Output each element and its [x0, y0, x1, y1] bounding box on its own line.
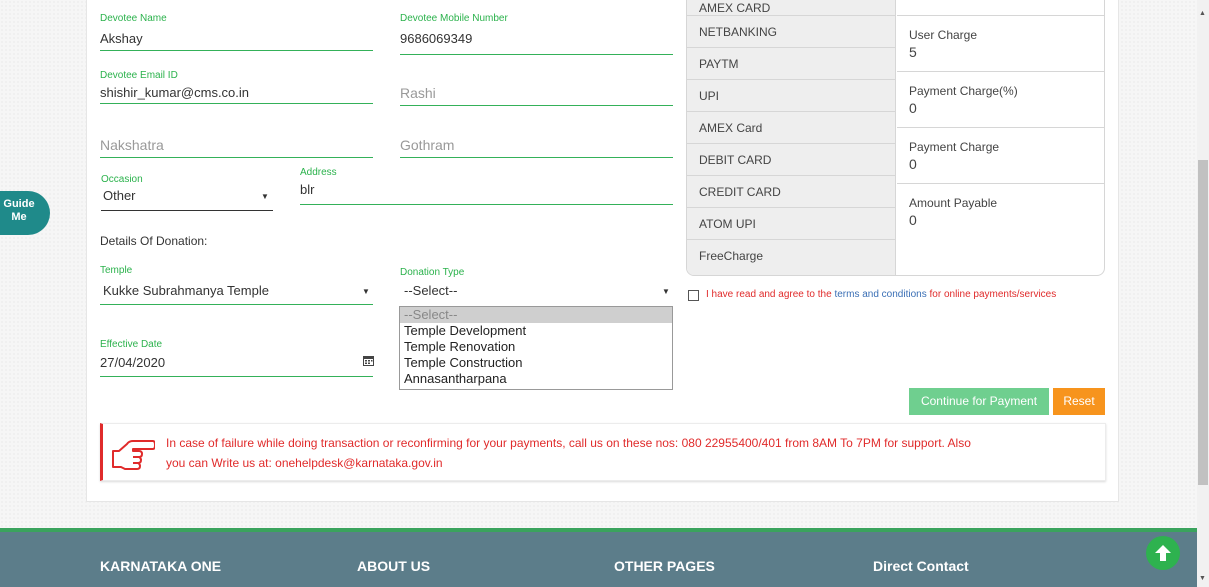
payment-summary-table: AMEX CARD NETBANKING PAYTM UPI AMEX Card…: [686, 0, 1105, 276]
listbox-option[interactable]: Temple Development: [400, 323, 672, 339]
terms-prefix: I have read and agree to the: [706, 289, 835, 300]
footer-direct-contact: Direct Contact: [873, 558, 969, 574]
listbox-option[interactable]: Temple Renovation: [400, 339, 672, 355]
footer: KARNATAKA ONE ABOUT US OTHER PAGES Direc…: [0, 528, 1197, 587]
footer-about-us: ABOUT US: [357, 558, 431, 574]
payment-charge-percent-value: 0: [909, 100, 917, 116]
arrow-up-icon: [1146, 536, 1180, 570]
devotee-name-field: Devotee Name Akshay: [100, 13, 167, 47]
payment-method-netbanking[interactable]: NETBANKING: [687, 16, 895, 48]
nakshatra-underline: [100, 157, 373, 158]
temple-label: Temple: [100, 265, 133, 276]
chevron-down-icon: ▼: [261, 192, 269, 201]
rashi-underline: [400, 105, 673, 106]
payment-charge-percent-label: Payment Charge(%): [909, 84, 1018, 98]
devotee-name-label: Devotee Name: [100, 13, 167, 24]
devotee-email-input[interactable]: shishir_kumar@cms.co.in: [100, 85, 249, 101]
devotee-mobile-field: Devotee Mobile Number 9686069349: [400, 13, 508, 47]
payment-charge-cell: Payment Charge 0: [897, 128, 1104, 184]
notice-line-2: you can Write us at: onehelpdesk@karnata…: [166, 456, 443, 470]
temple-select[interactable]: Kukke Subrahmanya Temple ▼: [100, 280, 373, 304]
donation-type-label: Donation Type: [400, 267, 465, 278]
payment-method-credit-card[interactable]: CREDIT CARD: [687, 176, 895, 208]
calendar-icon[interactable]: [363, 353, 374, 366]
page-scrollbar[interactable]: ▲ ▼: [1197, 0, 1209, 587]
devotee-email-underline: [100, 103, 373, 104]
payment-method-upi[interactable]: UPI: [687, 80, 895, 112]
address-input[interactable]: blr: [300, 182, 314, 198]
devotee-name-input[interactable]: Akshay: [100, 31, 167, 47]
devotee-name-underline: [100, 50, 373, 51]
donation-type-listbox[interactable]: --Select-- Temple Development Temple Ren…: [399, 306, 673, 390]
donation-type-select[interactable]: --Select-- ▼: [400, 280, 673, 304]
chevron-down-icon: ▼: [362, 287, 370, 296]
continue-for-payment-button[interactable]: Continue for Payment: [909, 388, 1049, 415]
occasion-label: Occasion: [101, 174, 143, 185]
payment-charge-percent-cell: Payment Charge(%) 0: [897, 72, 1104, 128]
pointing-hand-icon: [111, 435, 156, 471]
devotee-email-label: Devotee Email ID: [100, 70, 178, 81]
occasion-select[interactable]: Other ▼: [101, 186, 273, 210]
temple-value: Kukke Subrahmanya Temple: [103, 283, 269, 298]
listbox-option[interactable]: --Select--: [400, 307, 672, 323]
gothram-input[interactable]: Gothram: [400, 136, 454, 154]
details-of-donation-heading: Details Of Donation:: [100, 234, 208, 248]
scroll-up-arrow[interactable]: ▲: [1199, 10, 1206, 17]
user-charge-cell: User Charge 5: [897, 16, 1104, 72]
terms-link[interactable]: terms and conditions: [834, 289, 926, 300]
devotee-mobile-input[interactable]: 9686069349: [400, 31, 508, 47]
scroll-down-arrow[interactable]: ▼: [1199, 575, 1206, 582]
devotee-mobile-label: Devotee Mobile Number: [400, 13, 508, 24]
payment-method-amex-card[interactable]: AMEX Card: [687, 112, 895, 144]
address-label: Address: [300, 167, 337, 178]
temple-underline: [100, 304, 373, 305]
footer-karnataka-one: KARNATAKA ONE: [100, 558, 222, 574]
payment-method-atom-upi[interactable]: ATOM UPI: [687, 208, 895, 240]
devotee-mobile-underline: [400, 54, 673, 55]
payment-method-paytm[interactable]: PAYTM: [687, 48, 895, 80]
listbox-option[interactable]: Temple Construction: [400, 355, 672, 371]
listbox-option[interactable]: Annasantharpana: [400, 371, 672, 387]
guide-me-label: Guide Me: [3, 198, 35, 223]
payment-charge-value: 0: [909, 156, 917, 172]
charge-row-top: [897, 0, 1104, 16]
user-charge-value: 5: [909, 44, 917, 60]
payment-method-debit-card[interactable]: DEBIT CARD: [687, 144, 895, 176]
amount-payable-cell: Amount Payable 0: [897, 184, 1104, 275]
payment-method-amex[interactable]: AMEX CARD: [687, 0, 895, 16]
amount-payable-value: 0: [909, 212, 917, 228]
occasion-value: Other: [103, 188, 136, 203]
effective-date-input[interactable]: 27/04/2020: [100, 355, 165, 371]
support-notice: In case of failure while doing transacti…: [100, 423, 1106, 481]
address-underline: [300, 204, 673, 205]
effective-date-underline: [100, 376, 373, 377]
notice-line-1: In case of failure while doing transacti…: [166, 436, 971, 450]
effective-date-label: Effective Date: [100, 339, 163, 350]
scroll-to-top-button[interactable]: [1146, 536, 1180, 570]
reset-button[interactable]: Reset: [1053, 388, 1105, 415]
terms-checkbox[interactable]: [688, 290, 699, 301]
devotee-email-field: Devotee Email ID shishir_kumar@cms.co.in: [100, 70, 249, 101]
terms-text: I have read and agree to the terms and c…: [706, 289, 1056, 300]
amount-payable-label: Amount Payable: [909, 196, 998, 210]
nakshatra-input[interactable]: Nakshatra: [100, 136, 164, 154]
gothram-underline: [400, 157, 673, 158]
guide-me-button[interactable]: Guide Me: [0, 191, 50, 235]
occasion-underline: [101, 210, 273, 211]
user-charge-label: User Charge: [909, 28, 978, 42]
footer-other-pages: OTHER PAGES: [614, 558, 715, 574]
payment-method-freecharge[interactable]: FreeCharge: [687, 240, 895, 275]
scrollbar-thumb[interactable]: [1198, 160, 1208, 485]
donation-type-value: --Select--: [404, 283, 458, 298]
payment-charge-label: Payment Charge: [909, 140, 1000, 154]
terms-suffix: for online payments/services: [926, 289, 1057, 300]
rashi-input[interactable]: Rashi: [400, 84, 436, 102]
chevron-down-icon: ▼: [662, 287, 670, 296]
